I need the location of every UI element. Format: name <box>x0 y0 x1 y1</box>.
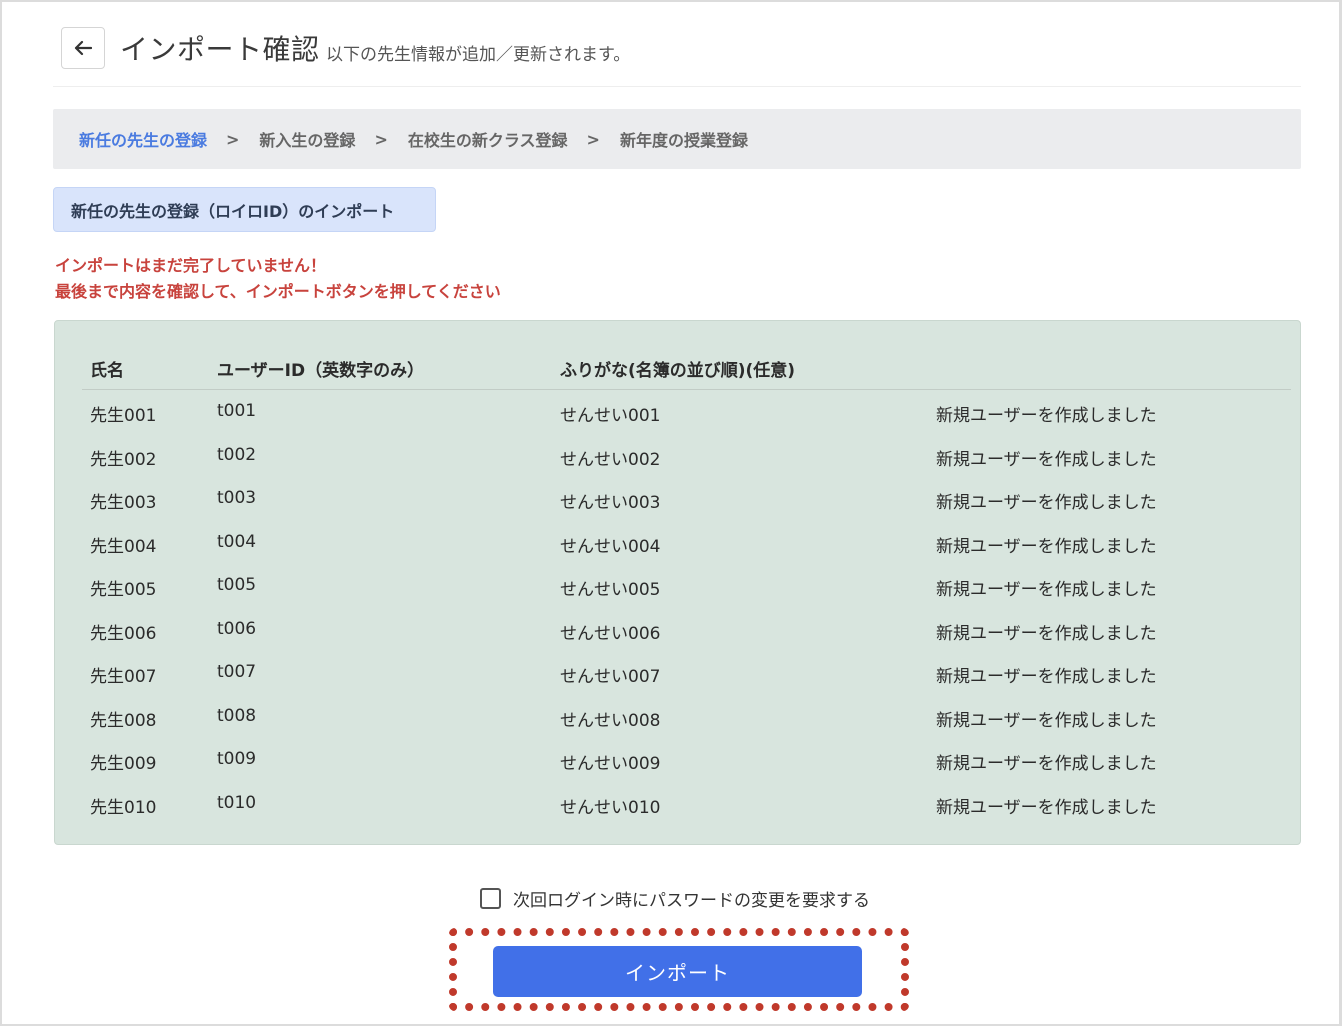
cell-furigana: せんせい007 <box>560 667 661 687</box>
cell-name: 先生004 <box>90 536 157 557</box>
cell-furigana: せんせい005 <box>560 580 661 600</box>
breadcrumb-separator: > <box>586 129 600 149</box>
breadcrumb: 新任の先生の登録 > 新入生の登録 > 在校生の新クラス登録 > 新年度の授業登… <box>53 109 1301 169</box>
cell-status: 新規ユーザーを作成しました <box>936 623 1157 644</box>
cell-furigana: せんせい009 <box>560 754 661 774</box>
require-password-change-checkbox[interactable] <box>480 887 501 909</box>
cell-status: 新規ユーザーを作成しました <box>936 449 1157 470</box>
cell-status: 新規ユーザーを作成しました <box>936 406 1157 426</box>
breadcrumb-item-new-teachers[interactable]: 新任の先生の登録 <box>79 127 207 151</box>
cell-name: 先生003 <box>90 493 157 513</box>
breadcrumb-item-current-students-class[interactable]: 在校生の新クラス登録 <box>408 127 568 151</box>
table-header-divider <box>82 389 1291 390</box>
page-title: インポート確認 <box>120 33 320 66</box>
breadcrumb-separator: > <box>374 129 388 149</box>
cell-status: 新規ユーザーを作成しました <box>936 536 1157 557</box>
column-header-furigana: ふりがな(名簿の並び順)(任意) <box>560 361 796 381</box>
cell-status: 新規ユーザーを作成しました <box>936 580 1157 600</box>
cell-status: 新規ユーザーを作成しました <box>936 754 1157 774</box>
cell-status: 新規ユーザーを作成しました <box>936 493 1157 513</box>
cell-status: 新規ユーザーを作成しました <box>936 797 1157 818</box>
cell-furigana: せんせい006 <box>560 623 661 644</box>
cell-name: 先生010 <box>90 797 157 818</box>
cell-user-id: t009 <box>217 749 257 769</box>
cell-name: 先生001 <box>90 406 157 426</box>
require-password-change-label: 次回ログイン時にパスワードの変更を要求する <box>513 890 870 911</box>
cell-name: 先生002 <box>90 449 157 470</box>
cell-name: 先生007 <box>90 667 157 687</box>
cell-furigana: せんせい008 <box>560 710 661 731</box>
cell-furigana: せんせい002 <box>560 449 661 470</box>
cell-user-id: t001 <box>217 401 257 421</box>
breadcrumb-separator: > <box>226 129 240 149</box>
column-header-name: 氏名 <box>90 361 124 381</box>
header-divider <box>53 86 1301 87</box>
warning-instruction: 最後まで内容を確認して、インポートボタンを押してください <box>55 282 501 301</box>
cell-furigana: せんせい003 <box>560 493 661 513</box>
breadcrumb-item-new-students[interactable]: 新入生の登録 <box>259 127 355 151</box>
cell-user-id: t008 <box>217 705 257 726</box>
cell-name: 先生005 <box>90 580 157 600</box>
require-password-change-option[interactable]: 次回ログイン時にパスワードの変更を要求する <box>480 886 870 911</box>
cell-furigana: せんせい001 <box>560 406 661 426</box>
cell-name: 先生008 <box>90 710 157 731</box>
cell-user-id: t003 <box>217 488 257 508</box>
warning-not-complete: インポートはまだ完了していません！ <box>55 256 327 275</box>
section-badge: 新任の先生の登録（ロイロID）のインポート <box>53 187 436 232</box>
cell-user-id: t006 <box>217 618 257 639</box>
cell-name: 先生009 <box>90 754 157 774</box>
cell-furigana: せんせい010 <box>560 797 661 818</box>
page-subtitle: 以下の先生情報が追加／更新されます。 <box>326 45 631 65</box>
cell-status: 新規ユーザーを作成しました <box>936 667 1157 687</box>
arrow-left-icon <box>74 40 92 56</box>
cell-user-id: t010 <box>217 792 257 813</box>
cell-user-id: t005 <box>217 575 257 595</box>
breadcrumb-item-new-year-classes[interactable]: 新年度の授業登録 <box>620 127 748 151</box>
cell-user-id: t007 <box>217 662 257 682</box>
cell-status: 新規ユーザーを作成しました <box>936 710 1157 731</box>
back-button[interactable] <box>61 27 105 69</box>
cell-user-id: t004 <box>217 531 257 552</box>
cell-name: 先生006 <box>90 623 157 644</box>
cell-user-id: t002 <box>217 444 257 465</box>
import-button[interactable]: インポート <box>493 946 862 997</box>
cell-furigana: せんせい004 <box>560 536 661 557</box>
column-header-user-id: ユーザーID（英数字のみ） <box>217 361 425 381</box>
